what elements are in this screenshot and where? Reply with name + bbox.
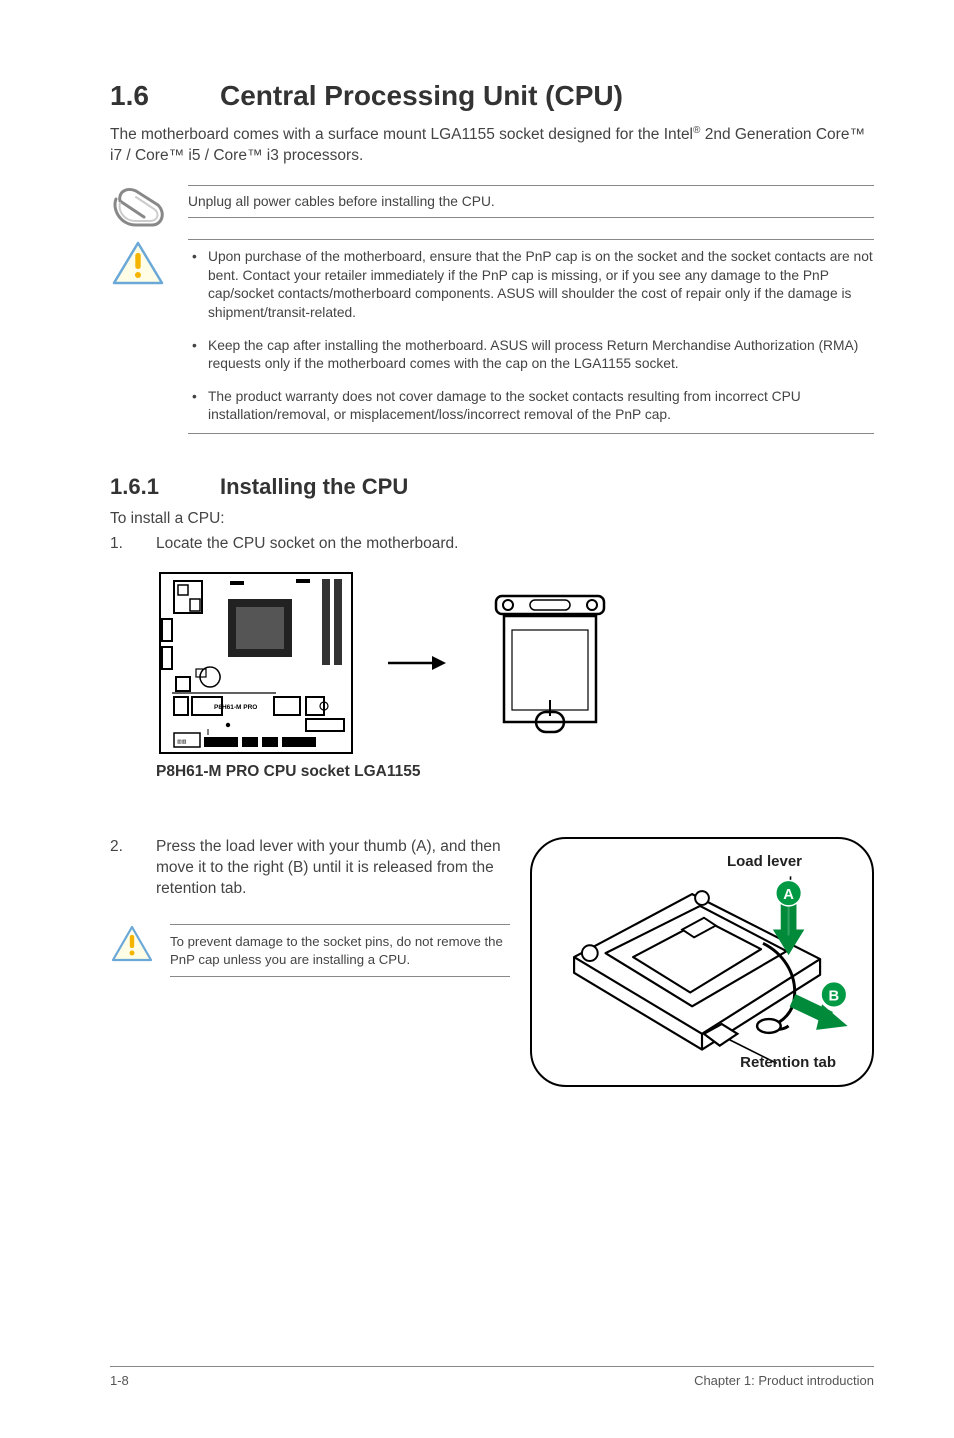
warning-list: Upon purchase of the motherboard, ensure…: [188, 248, 874, 425]
intro-paragraph: The motherboard comes with a surface mou…: [110, 124, 874, 167]
section-heading: 1.6Central Processing Unit (CPU): [110, 80, 874, 112]
badge-b: B: [829, 988, 840, 1004]
section-title-text: Central Processing Unit (CPU): [220, 80, 623, 111]
note-row-unplug: Unplug all power cables before installin…: [110, 185, 874, 233]
note-unplug-text: Unplug all power cables before installin…: [188, 185, 874, 218]
subsection-title-text: Installing the CPU: [220, 474, 408, 499]
note-row-warnings: Upon purchase of the motherboard, ensure…: [110, 239, 874, 434]
paperclip-icon: [110, 185, 166, 233]
load-lever-diagram: A B: [532, 839, 872, 1085]
warning-item: Keep the cap after installing the mother…: [188, 337, 874, 374]
load-lever-callout: Load lever: [530, 837, 874, 1087]
board-label: P8H61-M PRO: [214, 704, 257, 711]
section-number: 1.6: [110, 80, 220, 112]
footer-page-number: 1-8: [110, 1373, 129, 1388]
step-2-row: 2. Press the load lever with your thumb …: [110, 837, 874, 1087]
socket-diagram: [476, 588, 626, 738]
inner-warning-text: To prevent damage to the socket pins, do…: [170, 924, 510, 978]
page-footer: 1-8 Chapter 1: Product introduction: [110, 1366, 874, 1388]
figure-block: P8H61-M PRO ▥▥: [156, 569, 874, 781]
install-intro: To install a CPU:: [110, 510, 874, 528]
svg-text:▥▥: ▥▥: [177, 739, 187, 745]
step-number: 1.: [110, 534, 156, 555]
subsection-heading: 1.6.1Installing the CPU: [110, 474, 874, 500]
note-body-warnings: Upon purchase of the motherboard, ensure…: [188, 239, 874, 434]
motherboard-diagram: P8H61-M PRO ▥▥: [156, 569, 356, 757]
step-1: 1. Locate the CPU socket on the motherbo…: [110, 534, 874, 555]
caution-icon: [110, 924, 154, 969]
footer-chapter: Chapter 1: Product introduction: [694, 1373, 874, 1388]
figure-caption: P8H61-M PRO CPU socket LGA1155: [156, 763, 874, 781]
label-retention-tab: Retention tab: [740, 1054, 836, 1071]
caution-icon: [110, 239, 166, 287]
inner-warning-row: To prevent damage to the socket pins, do…: [110, 924, 510, 978]
intro-pre: The motherboard comes with a surface mou…: [110, 126, 693, 143]
step-text: Press the load lever with your thumb (A)…: [156, 837, 510, 900]
step-2: 2. Press the load lever with your thumb …: [110, 837, 510, 900]
arrow-right-icon: [386, 648, 446, 678]
subsection-number: 1.6.1: [110, 474, 220, 500]
warning-item: The product warranty does not cover dama…: [188, 388, 874, 425]
install-steps: 1. Locate the CPU socket on the motherbo…: [110, 534, 874, 555]
note-body: Unplug all power cables before installin…: [188, 185, 874, 218]
badge-a: A: [783, 887, 794, 903]
step-number: 2.: [110, 837, 156, 900]
warning-item: Upon purchase of the motherboard, ensure…: [188, 248, 874, 323]
step-text: Locate the CPU socket on the motherboard…: [156, 534, 874, 555]
